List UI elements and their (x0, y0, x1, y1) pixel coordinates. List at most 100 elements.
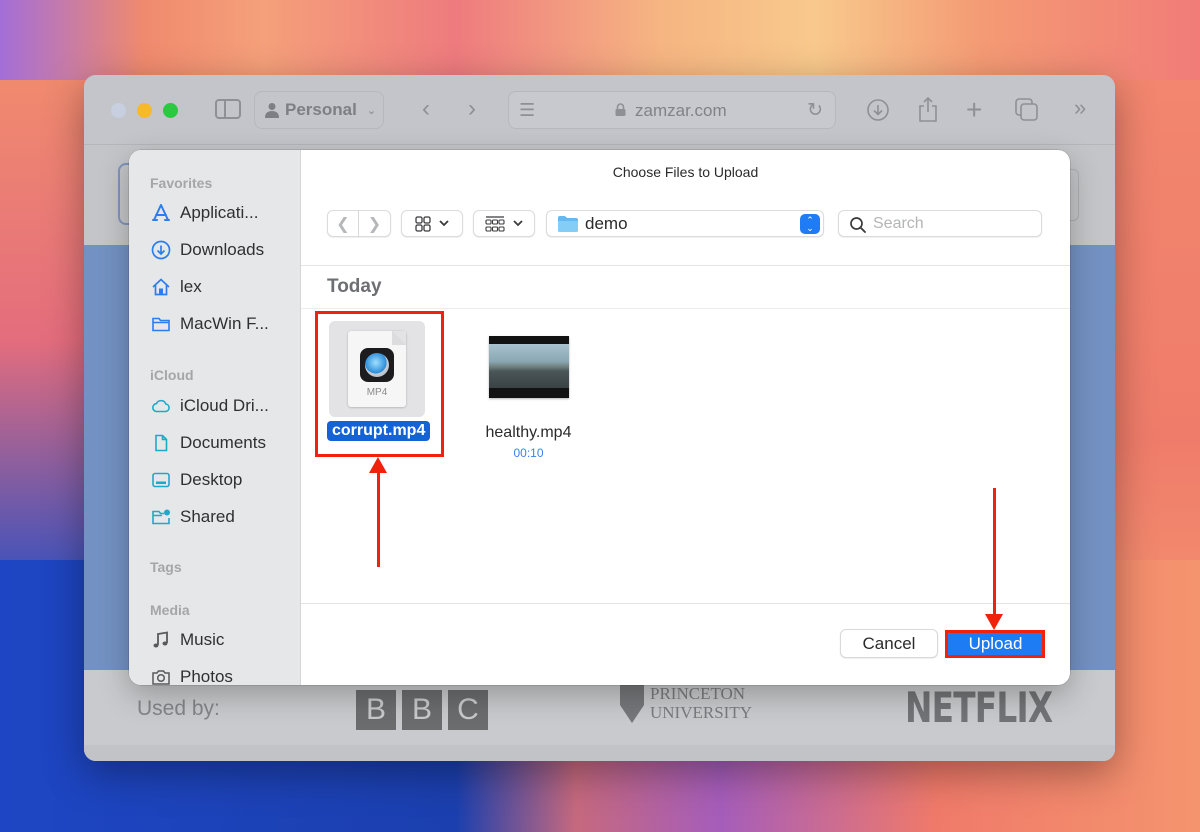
search-field[interactable] (838, 210, 1042, 237)
dialog-title: Choose Files to Upload (612, 164, 759, 180)
sidebar-item-label: Desktop (180, 470, 243, 489)
back-icon[interactable]: ‹ (422, 97, 430, 121)
divider (301, 603, 1070, 604)
annotation-highlight-upload (945, 630, 1045, 658)
cancel-button[interactable]: Cancel (840, 629, 938, 658)
netflix-logo: NETFLIX (905, 683, 1053, 732)
sidebar-item-shared[interactable]: Shared (150, 504, 298, 530)
sidebar-item-label: Music (180, 630, 225, 649)
sidebar-item-applications[interactable]: Applicati... (150, 200, 298, 226)
bbc-logo: B B C (356, 690, 488, 730)
download-icon[interactable] (866, 98, 890, 122)
profile-label: Personal (285, 100, 357, 119)
sidebar-item-documents[interactable]: Documents (150, 430, 298, 456)
sidebar-item-label: iCloud Dri... (180, 396, 269, 415)
more-icon[interactable]: » (1074, 97, 1086, 119)
sidebar-item-label: lex (180, 277, 202, 296)
sidebar-section-icloud: iCloud (150, 367, 194, 383)
princeton-logo: PRINCETON UNIVERSITY (620, 683, 752, 723)
chevron-down-icon (439, 220, 449, 227)
close-window-button[interactable] (111, 103, 126, 118)
divider (301, 265, 1070, 266)
folder-icon (558, 216, 578, 232)
logo-letter: C (448, 690, 488, 730)
dialog-sidebar: Favorites Applicati... Downloads lex Mac… (129, 150, 301, 685)
person-icon (265, 103, 279, 118)
chevron-down-icon (513, 220, 523, 227)
lock-icon (615, 103, 626, 116)
sidebar-item-label: Downloads (180, 240, 265, 259)
logo-text: PRINCETON (650, 684, 746, 703)
share-icon[interactable] (917, 95, 939, 123)
desktop-icon (150, 469, 172, 491)
search-icon (850, 217, 866, 233)
search-input[interactable] (873, 213, 1033, 235)
address-bar[interactable]: ☰ zamzar.com ↻ (508, 91, 836, 129)
video-thumbnail (488, 336, 569, 398)
shield-icon (620, 683, 644, 723)
sidebar-section-media: Media (150, 602, 190, 618)
minimize-window-button[interactable] (137, 103, 152, 118)
forward-icon[interactable]: › (468, 97, 476, 121)
page-footer (84, 745, 1115, 761)
sidebar-section-favorites: Favorites (150, 175, 213, 191)
maximize-window-button[interactable] (163, 103, 178, 118)
home-icon (150, 276, 172, 298)
file-name: healthy.mp4 (485, 424, 572, 441)
navigation-buttons: ❮ ❯ (327, 210, 391, 237)
back-button[interactable]: ❮ (327, 210, 359, 237)
annotation-arrow-head (985, 614, 1003, 630)
sidebar-item-icloud-drive[interactable]: iCloud Dri... (150, 393, 298, 419)
downloads-icon (150, 239, 172, 261)
camera-icon (150, 666, 172, 685)
browser-toolbar: Personal ⌄ ‹ › ☰ zamzar.com ↻ + » (84, 75, 1115, 145)
current-folder-name: demo (585, 214, 628, 233)
chevron-down-icon: ⌄ (366, 104, 377, 117)
sidebar-item-downloads[interactable]: Downloads (150, 237, 298, 263)
group-by-button[interactable] (473, 210, 535, 237)
sidebar-item-music[interactable]: Music (150, 627, 298, 653)
view-mode-button[interactable] (401, 210, 463, 237)
annotation-highlight-file (315, 311, 444, 457)
video-duration: 00:10 (513, 446, 544, 460)
annotation-arrow (377, 470, 380, 567)
url-text: zamzar.com (635, 101, 727, 120)
desktop-wallpaper-left (0, 80, 90, 600)
reader-icon[interactable]: ☰ (519, 100, 535, 121)
sidebar-icon[interactable] (215, 99, 241, 119)
group-header-today: Today (327, 276, 382, 297)
sidebar-item-desktop[interactable]: Desktop (150, 467, 298, 493)
sidebar-item-label: Documents (180, 433, 266, 452)
applications-icon (150, 202, 172, 224)
chevron-right-icon: ❯ (367, 215, 382, 233)
up-down-chevron-icon: ⌃ ⌄ (800, 214, 820, 234)
cloud-icon (150, 395, 172, 417)
reload-icon[interactable]: ↻ (807, 99, 823, 122)
sidebar-section-tags: Tags (150, 559, 182, 575)
file-item-healthy[interactable]: healthy.mp4 00:10 (471, 336, 586, 460)
sidebar-item-label: Applicati... (180, 203, 259, 222)
icon-grid-icon (415, 215, 431, 232)
forward-button[interactable]: ❯ (359, 210, 391, 237)
document-icon (150, 432, 172, 454)
sidebar-item-photos[interactable]: Photos (150, 664, 298, 685)
logo-text: UNIVERSITY (650, 703, 752, 722)
sidebar-item-home[interactable]: lex (150, 274, 298, 300)
profile-button[interactable]: Personal ⌄ (254, 91, 384, 129)
new-tab-icon[interactable]: + (966, 96, 982, 124)
divider (301, 308, 1070, 309)
annotation-arrow (993, 488, 996, 618)
shared-folder-icon (150, 506, 172, 528)
logo-letter: B (402, 690, 442, 730)
tab-overview-icon[interactable] (1014, 97, 1040, 123)
sidebar-item-macwin-folder[interactable]: MacWin F... (150, 311, 298, 337)
group-grid-icon (485, 215, 505, 232)
chevron-left-icon: ❮ (336, 215, 350, 233)
logo-letter: B (356, 690, 396, 730)
music-icon (150, 629, 172, 651)
file-upload-dialog: Favorites Applicati... Downloads lex Mac… (129, 150, 1070, 685)
sidebar-item-label: Shared (180, 507, 235, 526)
used-by-label: Used by: (137, 697, 220, 720)
folder-icon (150, 313, 172, 335)
location-popup[interactable]: demo ⌃ ⌄ (546, 210, 824, 237)
